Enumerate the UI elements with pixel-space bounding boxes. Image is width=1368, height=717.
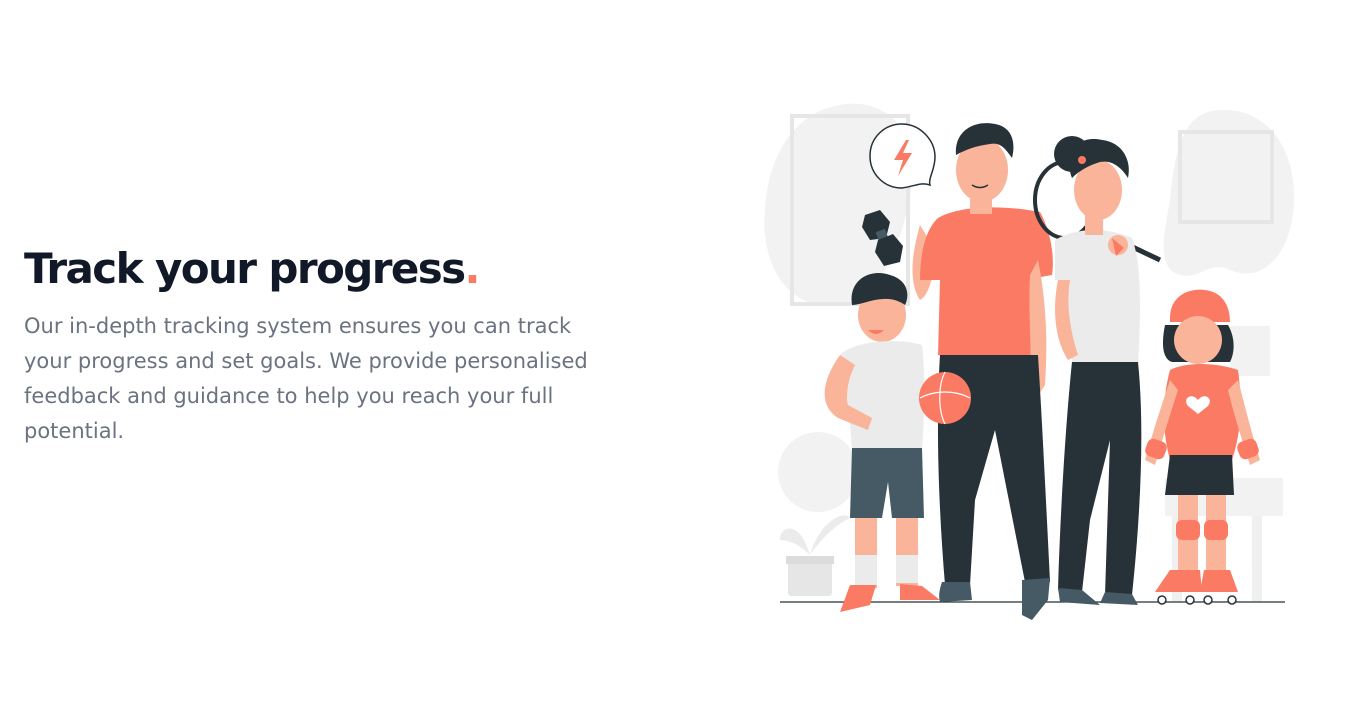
hero-title-accent-dot: . bbox=[464, 244, 481, 293]
father-figure bbox=[912, 123, 1053, 620]
hero-title-text: Track your progress bbox=[24, 244, 466, 293]
hero-section: Track your progress. Our in-depth tracki… bbox=[0, 0, 1368, 717]
family-fitness-illustration bbox=[760, 100, 1300, 625]
mother-figure bbox=[1033, 136, 1162, 605]
lightning-speech-bubble bbox=[869, 123, 936, 189]
hero-copy: Track your progress. Our in-depth tracki… bbox=[24, 243, 644, 449]
hero-description: Our in-depth tracking system ensures you… bbox=[24, 314, 588, 443]
hero-title: Track your progress. bbox=[24, 243, 644, 295]
